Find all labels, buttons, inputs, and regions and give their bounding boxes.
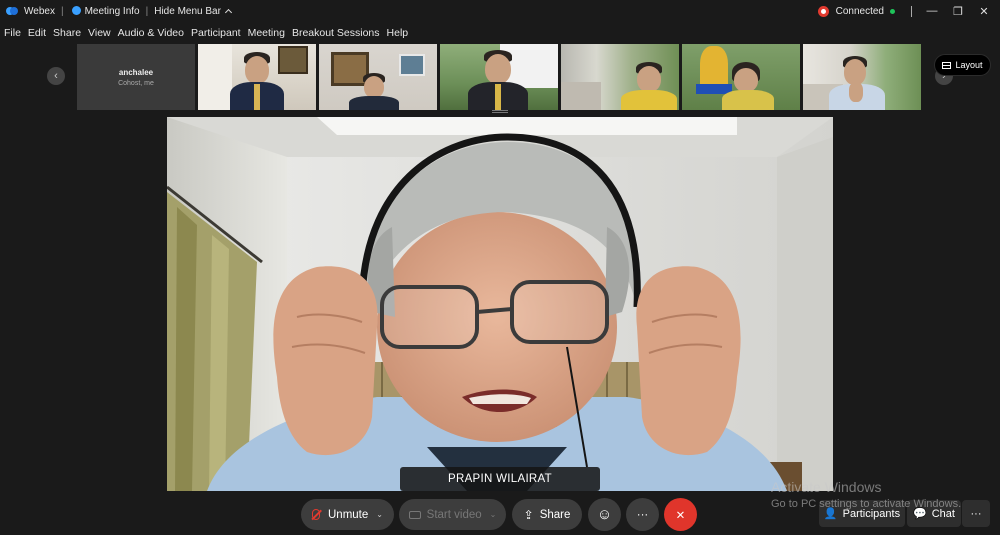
participant-thumbnail-self[interactable]: anchalee Cohost, me xyxy=(77,44,195,110)
microphone-muted-icon xyxy=(312,509,320,520)
video-person-face xyxy=(485,54,511,84)
active-speaker-name-label: PRAPIN WILAIRAT xyxy=(400,467,600,491)
video-person-face xyxy=(637,66,661,92)
video-background xyxy=(198,44,232,110)
window-divider xyxy=(911,5,912,17)
layout-label: Layout xyxy=(955,60,983,70)
more-panels-button[interactable]: ··· xyxy=(962,500,990,527)
video-person-face xyxy=(734,68,758,92)
video-person-body xyxy=(621,90,677,110)
meeting-info-label: Meeting Info xyxy=(84,6,140,17)
share-icon: ⇪ xyxy=(523,507,534,522)
more-icon: ··· xyxy=(970,507,982,520)
wall-picture xyxy=(278,46,308,74)
participant-thumbnail[interactable] xyxy=(319,44,437,110)
webex-logo-icon xyxy=(6,6,18,16)
end-meeting-button[interactable]: ✕ xyxy=(664,498,697,531)
chevron-left-icon: ‹ xyxy=(54,70,58,82)
hide-menu-bar-button[interactable]: Hide Menu Bar xyxy=(154,5,232,17)
share-button[interactable]: ⇪ Share xyxy=(512,499,582,530)
share-label: Share xyxy=(539,508,571,521)
menu-edit[interactable]: Edit xyxy=(28,27,46,39)
participant-thumbnail[interactable] xyxy=(198,44,316,110)
menu-share[interactable]: Share xyxy=(53,27,81,39)
menu-participant[interactable]: Participant xyxy=(191,27,241,39)
title-bar: Webex | Meeting Info | Hide Menu Bar Con… xyxy=(0,0,1000,22)
watermark-subtitle: Go to PC settings to activate Windows. xyxy=(771,498,962,510)
close-icon: ✕ xyxy=(675,509,686,522)
active-speaker-video xyxy=(167,117,833,491)
participant-name: anchalee xyxy=(118,67,154,77)
resize-handle[interactable] xyxy=(492,110,508,113)
video-camera-off-icon xyxy=(408,510,421,519)
video-person-body xyxy=(349,96,399,110)
chevron-up-icon xyxy=(224,8,232,16)
menu-view[interactable]: View xyxy=(88,27,111,39)
watermark-title: Activate Windows xyxy=(771,479,882,495)
menu-file[interactable]: File xyxy=(4,27,21,39)
connection-status: Connected xyxy=(835,5,884,17)
meeting-info-button[interactable]: Meeting Info xyxy=(71,5,140,17)
chevron-down-icon[interactable]: ⌄ xyxy=(376,510,383,519)
menu-audio-video[interactable]: Audio & Video xyxy=(118,27,184,39)
video-person-tie xyxy=(495,84,501,110)
app-name: Webex xyxy=(24,5,55,17)
more-options-button[interactable]: ··· xyxy=(626,498,659,531)
start-video-button[interactable]: Start video ⌄ xyxy=(399,499,506,530)
title-divider: | xyxy=(145,5,149,17)
active-speaker-video-frame xyxy=(167,117,833,491)
menu-help[interactable]: Help xyxy=(387,27,409,39)
title-divider: | xyxy=(60,5,64,17)
activate-windows-watermark: Activate Windows Go to PC settings to ac… xyxy=(771,479,961,510)
layout-button[interactable]: Layout xyxy=(934,54,991,76)
menu-meeting[interactable]: Meeting xyxy=(248,27,285,39)
video-person-body xyxy=(722,90,774,110)
participant-role: Cohost, me xyxy=(118,79,154,87)
participant-thumbnails: anchalee Cohost, me xyxy=(77,44,923,110)
layout-icon xyxy=(942,61,952,69)
close-window-button[interactable]: ✕ xyxy=(974,0,994,22)
restore-button[interactable]: ❐ xyxy=(948,0,968,22)
minimize-button[interactable]: — xyxy=(922,0,942,22)
video-background-sofa xyxy=(561,82,601,110)
video-person-face xyxy=(364,76,384,98)
smiley-icon: ☺ xyxy=(596,506,613,523)
connection-status-dot xyxy=(890,8,895,14)
chevron-down-icon[interactable]: ⌄ xyxy=(490,510,497,519)
reactions-button[interactable]: ☺ xyxy=(588,498,621,531)
participant-thumbnail[interactable] xyxy=(803,44,921,110)
hide-menu-bar-label: Hide Menu Bar xyxy=(154,5,221,17)
recording-icon[interactable] xyxy=(817,5,829,17)
participant-thumbnail[interactable] xyxy=(440,44,558,110)
video-person-tie xyxy=(254,84,260,110)
more-icon: ··· xyxy=(636,508,649,521)
prev-thumbnails-button[interactable]: ‹ xyxy=(47,67,65,85)
info-icon xyxy=(71,6,81,15)
start-video-label: Start video xyxy=(426,508,482,521)
menu-breakout-sessions[interactable]: Breakout Sessions xyxy=(292,27,380,39)
wall-picture xyxy=(399,54,425,76)
unmute-label: Unmute xyxy=(328,508,369,521)
participant-thumbnail[interactable] xyxy=(682,44,800,110)
participant-thumbnail[interactable] xyxy=(561,44,679,110)
video-person-hands xyxy=(849,82,863,102)
unmute-button[interactable]: Unmute ⌄ xyxy=(301,499,394,530)
video-person-face xyxy=(245,56,269,84)
menu-bar: File Edit Share View Audio & Video Parti… xyxy=(0,24,410,42)
